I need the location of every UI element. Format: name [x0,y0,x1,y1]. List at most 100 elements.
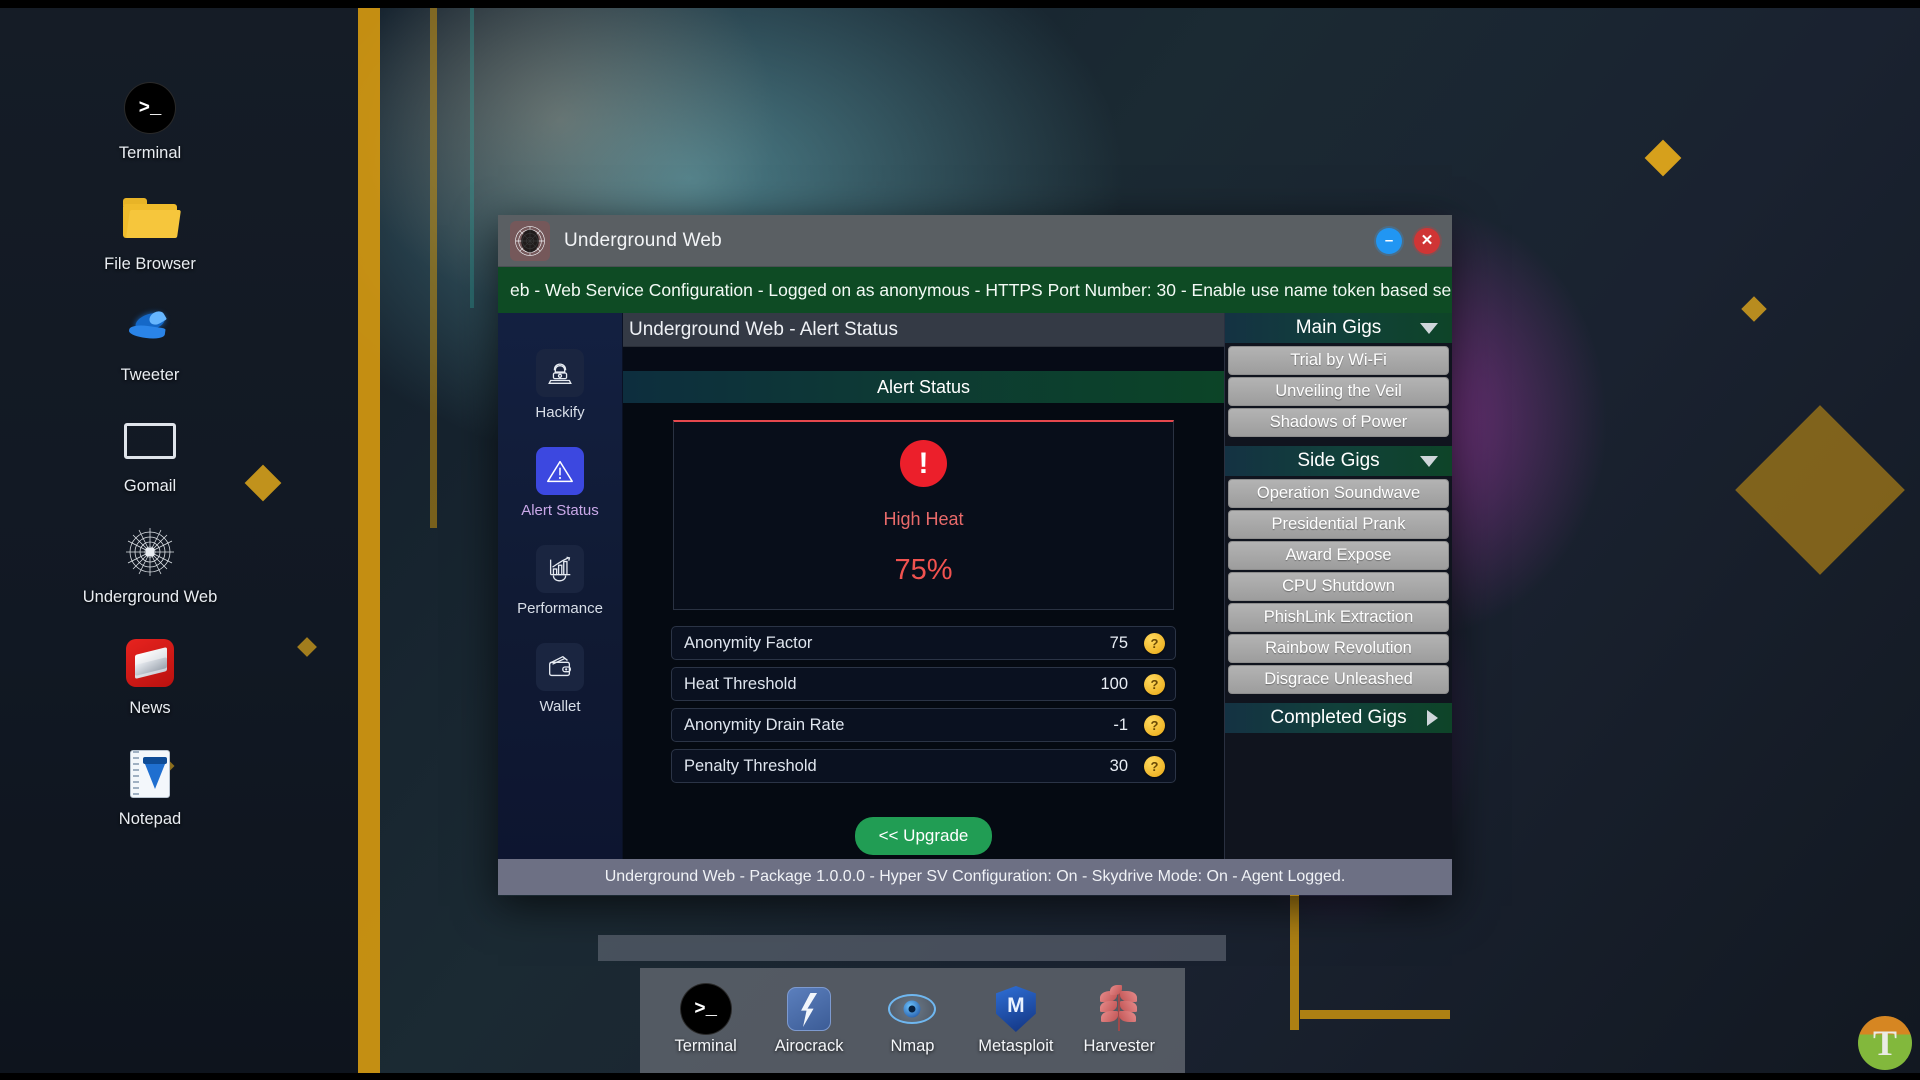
desktop-icon-notepad[interactable]: Notepad [60,746,240,829]
taskbar-item-terminal[interactable]: >_ Terminal [656,984,756,1056]
help-icon[interactable]: ? [1144,714,1165,736]
gig-item-trial-by-wi-fi[interactable]: Trial by Wi-Fi [1228,346,1449,375]
help-icon[interactable]: ? [1144,632,1165,654]
desktop-icon-label: Terminal [118,144,182,162]
desktop-icon-label: File Browser [104,255,196,273]
gig-section-main-gigs[interactable]: Main Gigs [1225,313,1452,343]
wallpaper-diamond [1741,296,1767,322]
center-panel: Underground Web - Alert Status Alert Sta… [623,313,1224,859]
wallpaper-gold-line [430,8,437,528]
wallpaper-gold-stripe [358,8,380,1073]
desktop-icon-label: Tweeter [120,366,180,384]
terminal-icon: >_ [122,80,178,136]
close-button[interactable]: ✕ [1414,227,1440,254]
gig-section-title: Side Gigs [1297,450,1380,471]
exclamation-icon: ! [900,440,947,487]
taskbar-item-harvester[interactable]: Harvester [1069,985,1169,1056]
status-bar: Underground Web - Package 1.0.0.0 - Hype… [498,859,1452,895]
sidebar-item-label: Hackify [535,404,585,421]
help-icon[interactable]: ? [1144,673,1165,695]
letterbox-bottom [0,1073,1920,1080]
lightning-shield-icon [787,985,832,1033]
underground-web-window: Underground Web – ✕ eb - Web Service Con… [498,215,1452,896]
desktop-icon-underground-web[interactable]: Underground Web [60,524,240,607]
terminal-icon: >_ [680,984,731,1034]
window-body: Hackify Alert Status Performance Wallet … [498,313,1452,859]
desktop-icon-news[interactable]: News [60,635,240,718]
minimize-button[interactable]: – [1376,227,1402,254]
alert-percent: 75% [894,554,953,586]
stat-value: 100 [1100,674,1128,693]
gigs-panel: Main Gigs Trial by Wi-Fi Unveiling the V… [1224,313,1452,859]
m-shield-icon: M [995,985,1036,1033]
chevron-down-icon [1420,322,1438,334]
folder-icon [122,191,181,247]
desktop-icon-label: Notepad [118,810,182,828]
watermark-logo: T [1858,1016,1912,1070]
gig-item-operation-soundwave[interactable]: Operation Soundwave [1228,479,1449,508]
stat-name: Penalty Threshold [684,756,817,775]
gig-item-phishlink-extraction[interactable]: PhishLink Extraction [1228,603,1449,632]
service-banner: eb - Web Service Configuration - Logged … [498,267,1452,313]
desktop-icon-label: Gomail [123,477,177,495]
gig-item-cpu-shutdown[interactable]: CPU Shutdown [1228,572,1449,601]
panel-body: ! High Heat 75% Anonymity Factor 75 ? He… [623,403,1224,859]
upgrade-button[interactable]: << Upgrade [854,817,993,855]
taskbar-item-metasploit[interactable]: M Metasploit [966,985,1066,1056]
letterbox-top [0,0,1920,8]
upgrade-area: << Upgrade [669,790,1178,855]
gig-item-presidential-prank[interactable]: Presidential Prank [1228,510,1449,539]
taskbar-item-label: Nmap [890,1037,935,1055]
spider-web-icon [122,524,178,580]
desktop-icon-label: News [129,699,171,717]
gig-section-completed-gigs[interactable]: Completed Gigs [1225,703,1452,733]
desktop-icon-file-browser[interactable]: File Browser [60,191,240,274]
taskbar-item-label: Terminal [674,1037,737,1055]
gig-section-side-gigs[interactable]: Side Gigs [1225,446,1452,476]
taskbar-item-label: Harvester [1083,1037,1156,1055]
spider-web-icon [510,220,550,261]
table-row: Anonymity Factor 75 ? [671,626,1176,660]
desktop-icon-gomail[interactable]: Gomail [60,413,240,496]
sidebar-item-hackify[interactable]: Hackify [505,349,615,421]
gig-item-disgrace-unleashed[interactable]: Disgrace Unleashed [1228,665,1449,694]
gig-spacer [1225,439,1452,446]
gig-section-title: Completed Gigs [1270,707,1407,728]
chevron-right-icon [1427,710,1438,726]
table-row: Anonymity Drain Rate -1 ? [671,708,1176,742]
table-row: Penalty Threshold 30 ? [671,749,1176,783]
stat-list: Anonymity Factor 75 ? Heat Threshold 100… [669,626,1178,783]
hacker-icon [536,349,584,397]
wheat-icon [1100,985,1138,1033]
wallpaper-cyan-line [470,8,474,308]
taskbar-item-airocrack[interactable]: Airocrack [759,985,859,1056]
taskbar-item-label: Airocrack [774,1037,844,1055]
gig-item-award-expose[interactable]: Award Expose [1228,541,1449,570]
window-title: Underground Web [564,229,722,251]
window-titlebar[interactable]: Underground Web – ✕ [498,215,1452,267]
alert-label: High Heat [883,509,964,529]
gig-item-rainbow-revolution[interactable]: Rainbow Revolution [1228,634,1449,663]
taskbar: >_ Terminal Airocrack Nmap M Metasploit [640,968,1185,1073]
gig-section-title: Main Gigs [1295,317,1382,338]
newspaper-icon [122,635,178,691]
stat-name: Heat Threshold [684,674,797,693]
gig-item-shadows-of-power[interactable]: Shadows of Power [1228,408,1449,437]
taskbar-item-nmap[interactable]: Nmap [862,985,962,1056]
gig-item-unveiling-the-veil[interactable]: Unveiling the Veil [1228,377,1449,406]
wallpaper-gold-shape [1735,405,1905,575]
stat-value: -1 [1113,715,1128,734]
bar-chart-gear-icon [536,545,584,593]
desktop-icon-terminal[interactable]: >_ Terminal [60,80,240,163]
eye-icon [888,985,937,1033]
wallpaper-diamond [1644,139,1682,177]
chevron-down-icon [1420,455,1438,467]
sidebar-item-performance[interactable]: Performance [505,545,615,617]
sidebar-item-wallet[interactable]: Wallet [505,643,615,715]
section-title: Alert Status [623,371,1224,403]
help-icon[interactable]: ? [1144,755,1165,777]
sidebar-item-alert-status[interactable]: Alert Status [505,447,615,519]
left-nav: Hackify Alert Status Performance Wallet [498,313,623,859]
sidebar-item-label: Performance [517,600,603,617]
desktop-icon-tweeter[interactable]: Tweeter [60,302,240,385]
